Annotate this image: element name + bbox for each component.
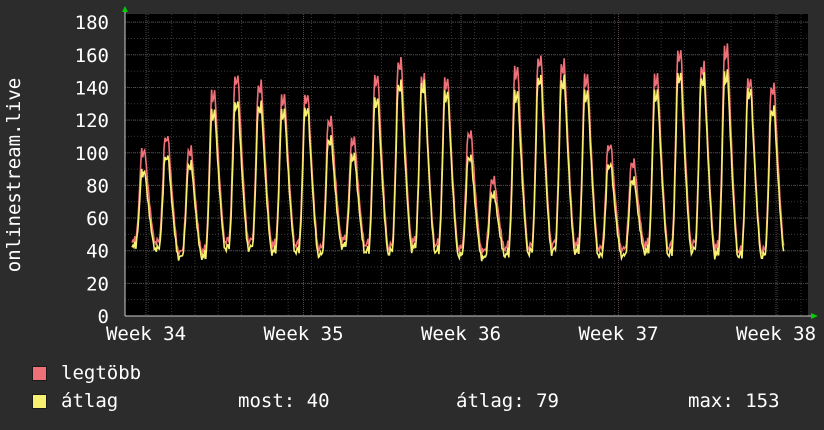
x-tick-label: Week 38 (736, 323, 816, 345)
stat-atlag: átlag: 79 (456, 390, 559, 412)
stat-max: max: 153 (688, 390, 780, 412)
legend-item-legtobb: legtöbb (32, 362, 141, 384)
stat-most: most: 40 (238, 390, 330, 412)
y-tick-label: 80 (86, 175, 109, 197)
y-tick-label: 180 (75, 12, 109, 34)
y-tick-label: 140 (75, 77, 109, 99)
legend-item-atlag: átlag (32, 390, 118, 412)
x-tick-label: Week 36 (421, 323, 501, 345)
y-axis-arrow (122, 6, 128, 12)
x-tick-label: Week 34 (106, 323, 186, 345)
y-tick-label: 160 (75, 45, 109, 67)
legend-label-atlag: átlag (61, 390, 119, 412)
y-tick-label: 120 (75, 110, 109, 132)
y-axis-title: onlinestream.live (3, 78, 25, 272)
legend-label-legtobb: legtöbb (61, 362, 142, 384)
y-tick-label: 40 (86, 241, 109, 263)
legtobb-swatch (32, 365, 47, 381)
x-tick-label: Week 35 (263, 323, 343, 345)
y-tick-label: 100 (75, 143, 109, 165)
x-tick-label: Week 37 (578, 323, 658, 345)
atlag-swatch (32, 393, 47, 409)
y-tick-label: 20 (86, 273, 109, 295)
y-tick-label: 60 (86, 208, 109, 230)
x-axis-arrow (811, 313, 818, 319)
